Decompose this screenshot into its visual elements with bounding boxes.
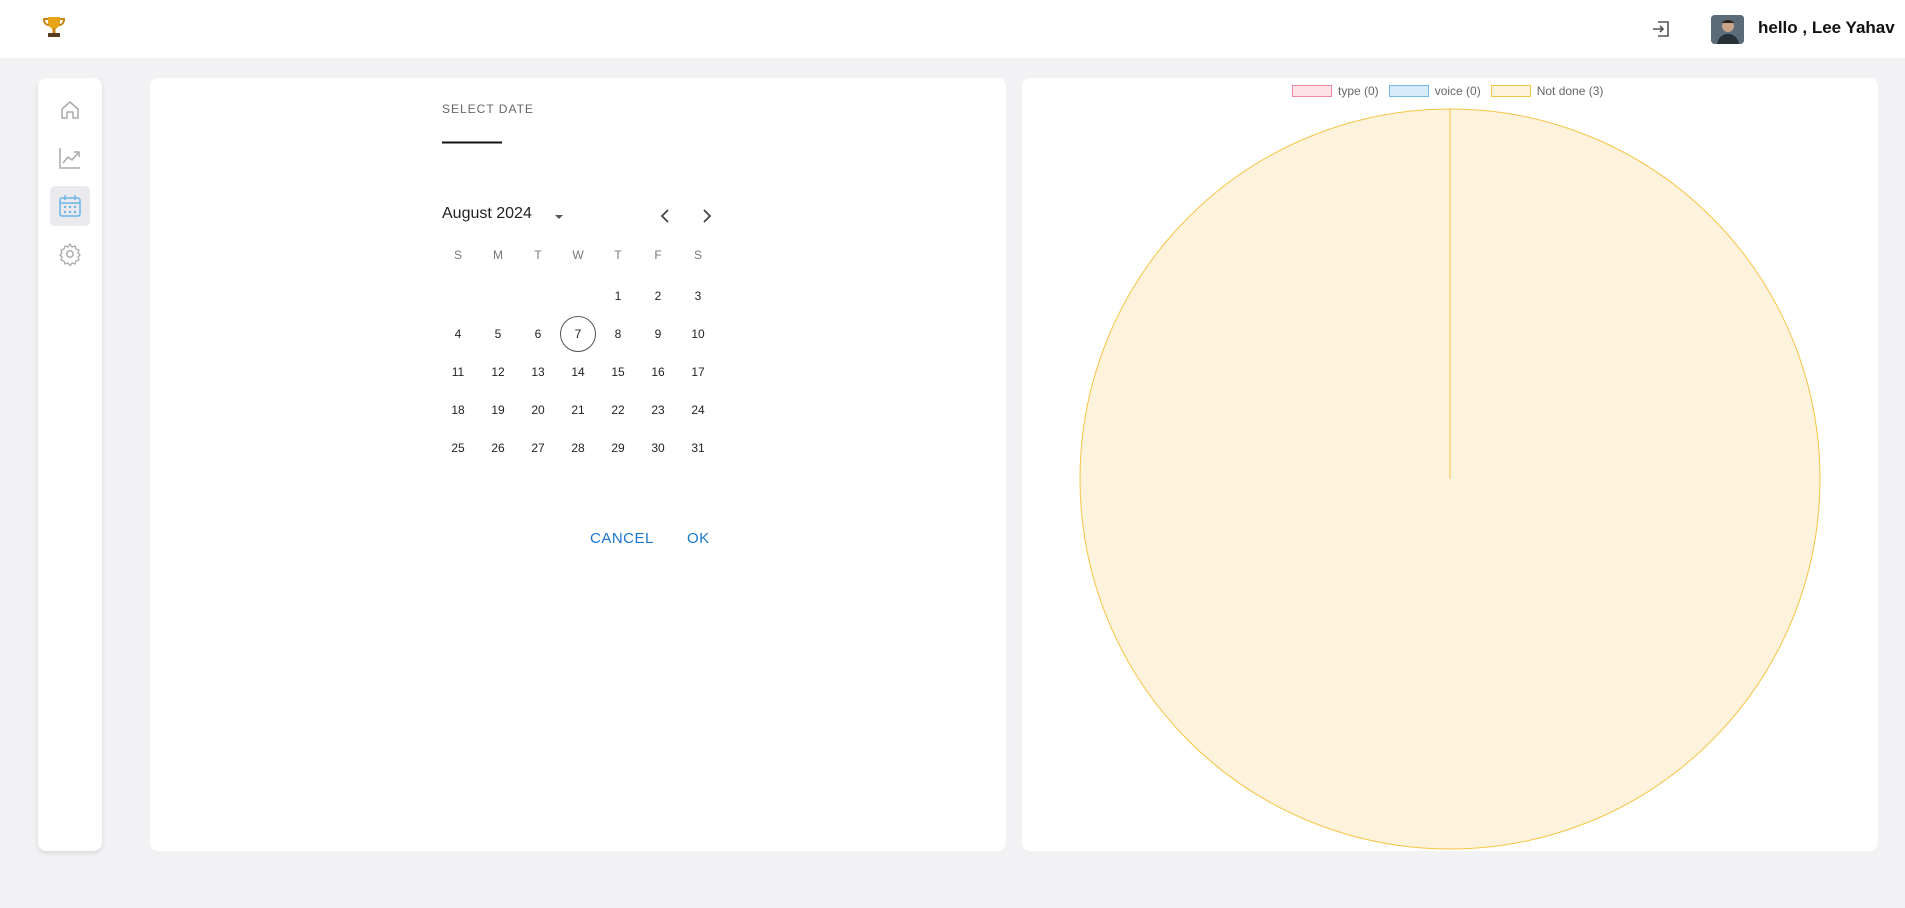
sidebar-item-calendar[interactable] [50,186,90,226]
weekday-label: M [493,248,503,262]
calendar-day[interactable]: 16 [640,354,676,390]
calendar-icon [59,195,81,217]
calendar-day[interactable]: 8 [600,316,636,352]
weekday-label: S [693,248,702,262]
calendar-day[interactable]: 1 [600,278,636,314]
home-icon [61,101,79,119]
calendar-day[interactable]: 22 [600,392,636,428]
top-bar: hello , Lee Yahav [0,0,1905,58]
gear-icon [59,243,81,266]
calendar-day[interactable]: 31 [680,430,716,466]
calendar-day[interactable]: 20 [520,392,556,428]
selected-date-value: —— [442,124,502,157]
datepicker-panel: SELECT DATE —— August 2024 SMTWTFS 12345… [150,78,1006,851]
calendar-day[interactable]: 6 [520,316,556,352]
calendar-day[interactable]: 29 [600,430,636,466]
weekday-label: T [534,248,542,262]
weekday-label: W [572,248,584,262]
calendar-day[interactable]: 11 [440,354,476,390]
calendar-day[interactable]: 21 [560,392,596,428]
calendar-day[interactable]: 2 [640,278,676,314]
weekday-label: S [453,248,462,262]
ok-button[interactable]: OK [687,530,710,547]
calendar-day[interactable]: 26 [480,430,516,466]
side-nav [38,78,102,851]
prev-month-button[interactable] [653,203,679,229]
calendar-day[interactable]: 3 [680,278,716,314]
calendar-day[interactable]: 12 [480,354,516,390]
month-dropdown-button[interactable] [548,206,570,228]
calendar-day[interactable]: 30 [640,430,676,466]
calendar-day-today[interactable]: 7 [560,316,596,352]
next-month-button[interactable] [693,203,719,229]
calendar-day[interactable]: 14 [560,354,596,390]
calendar-day[interactable]: 23 [640,392,676,428]
chevron-right-icon [703,209,712,223]
trending-up-icon [59,148,80,169]
cancel-button[interactable]: CANCEL [590,530,654,547]
caret-down-icon [555,215,563,219]
calendar-day[interactable]: 9 [640,316,676,352]
calendar-day[interactable]: 28 [560,430,596,466]
user-greeting: hello , Lee Yahav [1758,18,1895,37]
calendar-day[interactable]: 13 [520,354,556,390]
sidebar-item-settings[interactable] [50,234,90,274]
sidebar-item-stats[interactable] [50,138,90,178]
select-date-label: SELECT DATE [442,102,534,116]
month-year-label[interactable]: August 2024 [442,205,532,223]
avatar[interactable] [1711,15,1744,44]
calendar-day[interactable]: 27 [520,430,556,466]
calendar-day[interactable]: 4 [440,316,476,352]
calendar-day[interactable]: 17 [680,354,716,390]
sidebar-item-home[interactable] [50,90,90,130]
calendar-day[interactable]: 5 [480,316,516,352]
pie-chart [1079,108,1821,850]
chevron-left-icon [660,209,669,223]
calendar-day[interactable]: 19 [480,392,516,428]
logout-icon[interactable] [1650,18,1672,40]
calendar-day[interactable]: 24 [680,392,716,428]
calendar-day[interactable]: 15 [600,354,636,390]
trophy-icon[interactable] [42,14,66,42]
calendar-day[interactable]: 18 [440,392,476,428]
weekday-label: F [654,248,662,262]
calendar-day[interactable]: 25 [440,430,476,466]
weekday-label: T [614,248,622,262]
calendar-day[interactable]: 10 [680,316,716,352]
chart-panel: type (0) voice (0) Not done (3) [1022,78,1878,851]
